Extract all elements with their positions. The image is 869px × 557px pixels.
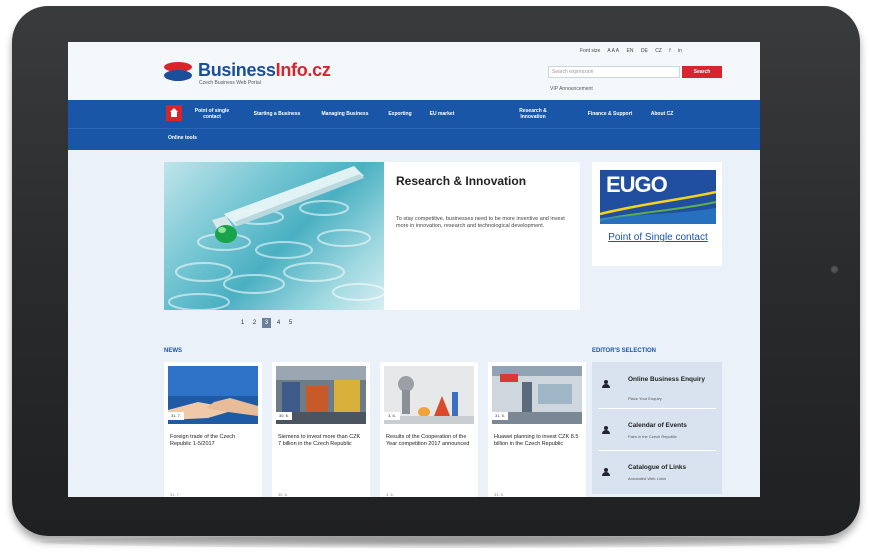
news-heading: NEWS — [164, 348, 182, 354]
logo-icon[interactable] — [164, 62, 192, 82]
editors-item-title[interactable]: Catalogue of Links — [628, 464, 716, 472]
hero-text: To stay competitive, businesses need to … — [396, 216, 565, 230]
pager-page-4[interactable]: 4 — [274, 318, 283, 328]
logo-tagline: Czech Business Web Portal — [199, 80, 261, 86]
eugo-link[interactable]: Point of Single contact — [600, 232, 716, 245]
news-title[interactable]: Siemens to invest more than CZK 7 billio… — [278, 434, 364, 449]
editors-item[interactable]: Online Business Enquiry Place Your Enqui… — [592, 366, 722, 406]
news-date-badge: 30. 6. — [276, 412, 292, 420]
pager-page-1[interactable]: 1 — [238, 318, 247, 328]
person-icon — [602, 426, 610, 434]
news-title[interactable]: Huawei planning to invest CZK 8.5 billio… — [494, 434, 580, 449]
site-logo[interactable]: BusinessInfo.cz — [198, 60, 331, 81]
news-meta: 31. 7. — [170, 492, 181, 497]
logo-main: Business — [198, 60, 276, 80]
editors-selection-heading: EDITOR'S SELECTION — [592, 348, 656, 354]
news-meta: 31. 5. — [494, 492, 505, 497]
nav-item-finance-support[interactable]: Finance & Support — [580, 100, 640, 128]
news-title[interactable]: Foreign trade of the Czech Republic 1-5/… — [170, 434, 256, 449]
news-date-badge: 3. 6. — [384, 412, 400, 420]
news-meta: 3. 6. — [386, 492, 394, 497]
editors-item-subtitle: Place Your Enquiry — [628, 396, 662, 401]
search-input[interactable]: Search expression — [548, 66, 680, 78]
announcement-link[interactable]: VIP Announcement — [550, 86, 593, 92]
nav-item-point-of-single-contact[interactable]: Point of single contact — [186, 100, 238, 128]
hero-pager: 1 2 3 4 5 — [238, 318, 295, 328]
subnav-item-online-tools[interactable]: Online tools — [168, 135, 197, 141]
tablet-shadow — [40, 536, 840, 548]
nav-item-starting-a-business[interactable]: Starting a Business — [244, 100, 310, 128]
nav-item-about-cz[interactable]: About CZ — [642, 100, 682, 128]
divider — [598, 408, 716, 409]
eugo-logo[interactable]: EUGO — [600, 170, 716, 224]
news-card[interactable]: 31. 7. Foreign trade of the Czech Republ… — [164, 362, 262, 497]
tablet-screen: BusinessInfo.cz Czech Business Web Porta… — [68, 42, 760, 497]
pager-page-5[interactable]: 5 — [286, 318, 295, 328]
editors-item-subtitle: Annotated Web Links — [628, 476, 666, 481]
news-card[interactable]: 3. 6. Results of the Cooperation of the … — [380, 362, 478, 497]
news-date-badge: 31. 7. — [168, 412, 184, 420]
nav-item-research-innovation[interactable]: Research & Innovation — [508, 100, 558, 128]
lang-de-link[interactable]: DE — [641, 48, 648, 54]
camera-dot — [830, 265, 839, 274]
hero-title[interactable]: Research & Innovation — [396, 174, 526, 188]
news-date-badge: 31. 5. — [492, 412, 508, 420]
editors-item-subtitle: Fairs in the Czech Republic — [628, 434, 677, 439]
lang-cz-link[interactable]: CZ — [655, 48, 662, 54]
editors-item-title[interactable]: Online Business Enquiry — [628, 376, 716, 384]
editors-item-title[interactable]: Calendar of Events — [628, 422, 716, 430]
nav-item-eu-market[interactable]: EU market — [422, 100, 462, 128]
news-card[interactable]: 31. 5. Huawei planning to invest CZK 8.5… — [488, 362, 586, 497]
linkedin-icon[interactable]: in — [678, 48, 682, 54]
font-size-toggle[interactable]: A A A — [607, 48, 619, 54]
news-card[interactable]: 30. 6. Siemens to invest more than CZK 7… — [272, 362, 370, 497]
pager-page-3[interactable]: 3 — [262, 318, 271, 328]
nav-item-exporting[interactable]: Exporting — [380, 100, 420, 128]
logo-accent: Info.cz — [275, 60, 331, 80]
facebook-icon[interactable]: f — [669, 48, 670, 54]
editors-item[interactable]: Calendar of Events Fairs in the Czech Re… — [592, 412, 722, 452]
divider — [598, 450, 716, 451]
search-button[interactable]: Search — [682, 66, 722, 78]
person-icon — [602, 380, 610, 388]
person-icon — [602, 468, 610, 476]
hero-image[interactable] — [164, 162, 384, 310]
news-meta: 30. 6. — [278, 492, 289, 497]
top-links: Font size A A A EN DE CZ f in — [580, 48, 688, 54]
news-title[interactable]: Results of the Cooperation of the Year c… — [386, 434, 472, 449]
home-icon[interactable] — [166, 105, 182, 121]
pager-page-2[interactable]: 2 — [250, 318, 259, 328]
editors-item[interactable]: Catalogue of Links Annotated Web Links — [592, 454, 722, 494]
lang-en-link[interactable]: EN — [627, 48, 634, 54]
nav-item-managing-business[interactable]: Managing Business — [312, 100, 378, 128]
font-size-label: Font size — [580, 48, 601, 54]
